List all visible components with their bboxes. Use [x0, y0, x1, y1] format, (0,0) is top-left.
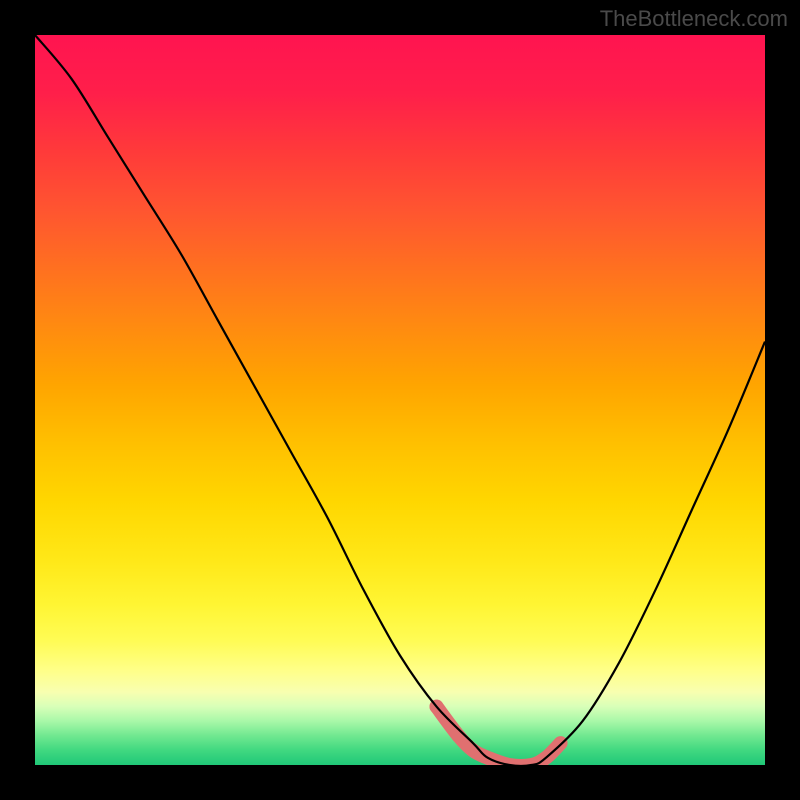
- bottleneck-curve: [35, 35, 765, 765]
- chart-plot-area: [35, 35, 765, 765]
- watermark-text: TheBottleneck.com: [600, 6, 788, 32]
- highlight-dot: [451, 729, 465, 743]
- chart-svg: [35, 35, 765, 765]
